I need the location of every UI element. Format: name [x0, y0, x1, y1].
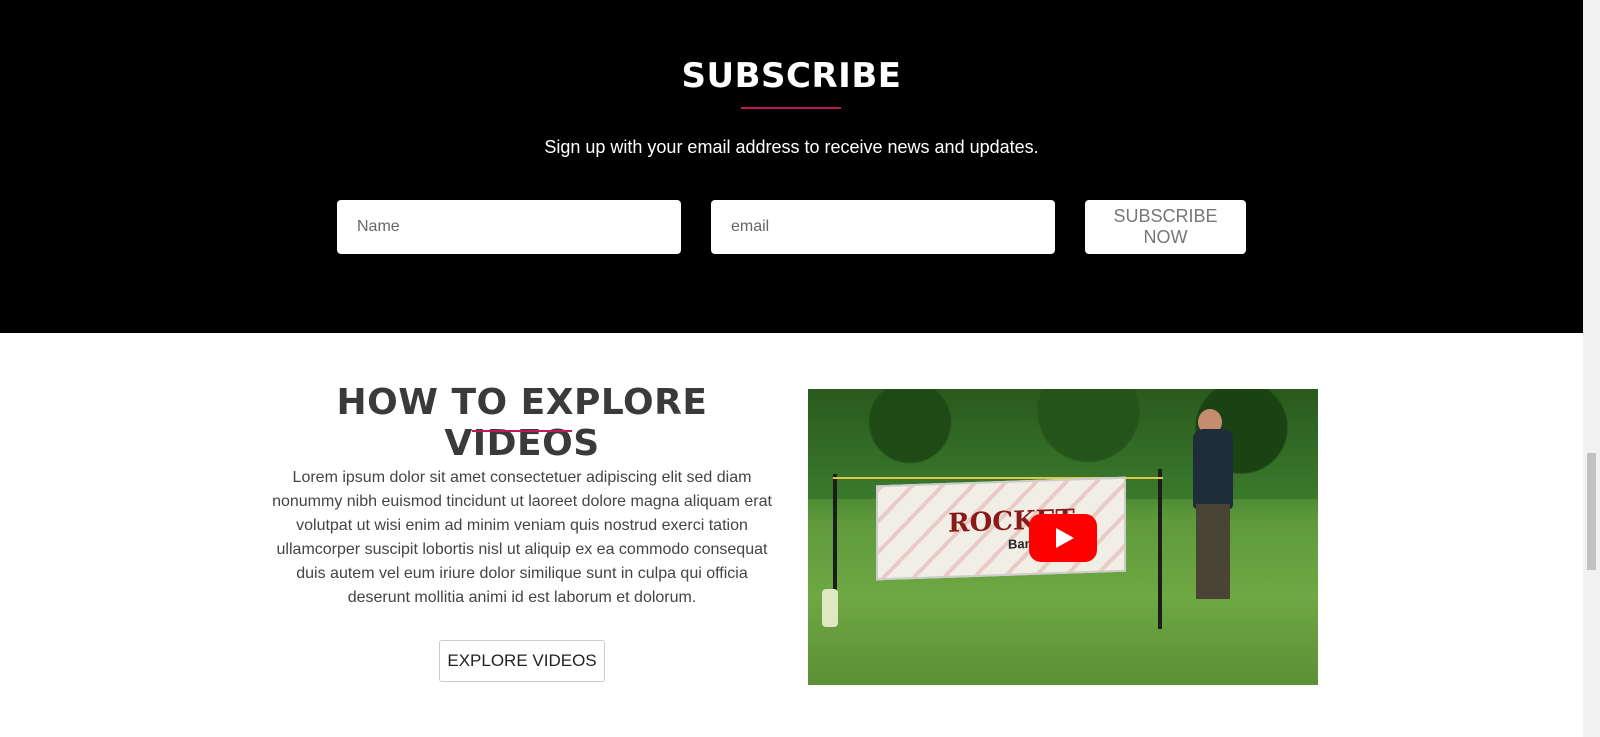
video-thumbnail[interactable]: ROCKET Banner [808, 389, 1318, 685]
person-body [1193, 429, 1233, 509]
youtube-play-icon[interactable] [1029, 514, 1097, 562]
scrollbar-thumb[interactable] [1587, 453, 1596, 570]
page-scrollbar[interactable] [1583, 0, 1600, 737]
explore-title-underline [472, 430, 572, 432]
subscribe-section: SUBSCRIBE Sign up with your email addres… [0, 0, 1583, 333]
explore-videos-button[interactable]: EXPLORE VIDEOS [439, 640, 605, 682]
person-legs [1196, 504, 1230, 599]
subscribe-now-button[interactable]: SUBSCRIBE NOW [1085, 200, 1246, 254]
banner-pole-right [1158, 469, 1162, 629]
subscribe-description: Sign up with your email address to recei… [544, 137, 1039, 157]
explore-description: Lorem ipsum dolor sit amet consectetuer … [272, 469, 772, 606]
name-input[interactable] [337, 200, 681, 254]
subscribe-title-underline [741, 107, 841, 109]
bottle [822, 589, 838, 627]
email-input[interactable] [711, 200, 1055, 254]
page: SUBSCRIBE Sign up with your email addres… [0, 0, 1600, 737]
subscribe-title: SUBSCRIBE [681, 56, 902, 96]
explore-title: HOW TO EXPLORE VIDEOS [336, 382, 708, 464]
